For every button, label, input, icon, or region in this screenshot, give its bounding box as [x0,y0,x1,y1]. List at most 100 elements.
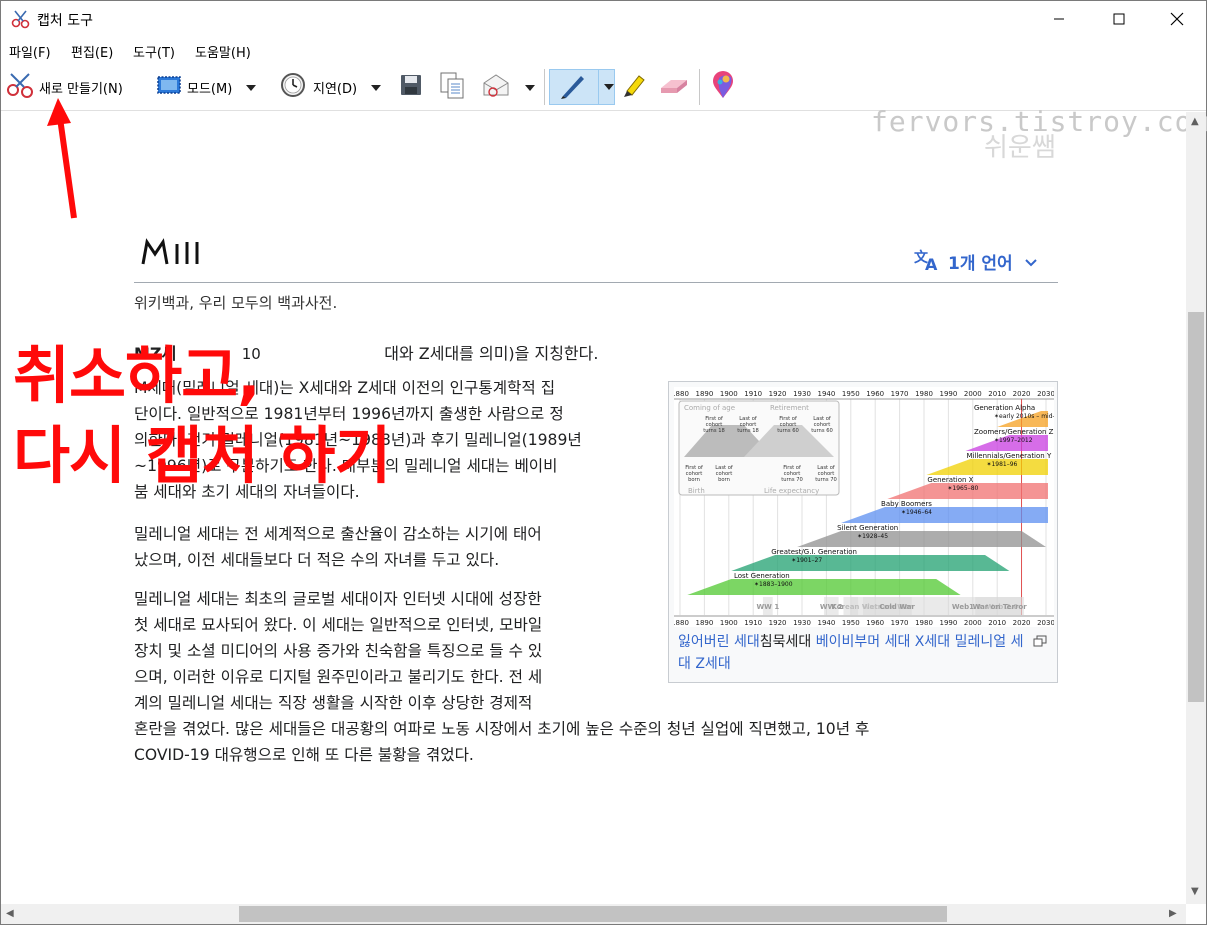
year-tick-bottom: 1940 [817,619,835,627]
generations-timeline-image[interactable]: 1880 1880 1890 1890 1900 1900 1910 1910 1920 1920… [671,387,1073,627]
delay-button[interactable]: 지연(D) [279,69,382,105]
delay-dropdown-icon[interactable] [371,80,382,95]
menu-edit[interactable]: 편집(E) [71,42,113,61]
vertical-scrollbar[interactable]: ▲ ▼ [1186,112,1206,904]
year-tick-top: 2000 [964,390,982,398]
delay-label: 지연(D) [313,81,358,97]
captured-image-area: 文A 1개 언어 위키백과, 우리 모두의 백과사전. MZ세 10 대와 Z세대를… [1,112,1186,904]
paragraph-line: 계의 밀레니얼 세대는 직장 생활을 시작한 이후 상당한 경제적 [134,694,533,712]
send-dropdown-icon[interactable] [525,80,535,95]
year-tick-top: 1890 [695,390,713,398]
year-tick-bottom: 2000 [964,619,982,627]
article-subtitle: 위키백과, 우리 모두의 백과사전. [134,294,338,312]
intro-tail: 대와 Z세대를 의미)을 지칭한다. [384,344,599,363]
generation-years: ✶1981–96 [986,461,1017,468]
event-label: War on Terror [973,603,1028,611]
timeline-svg: 1880 1880 1890 1890 1900 1900 1910 1910 1920 1920… [671,390,1073,627]
legend-label: turns 60 [811,428,833,434]
generation-name: Millennials/Generation Y [966,452,1052,460]
scissors-icon [5,71,37,103]
legend-birth: Birth [688,487,705,495]
legend-label: turns 60 [777,428,799,434]
svg-text:A: A [925,255,938,271]
year-tick-top: 1970 [891,390,909,398]
year-tick-bottom: 1900 [720,619,738,627]
mode-button[interactable]: 모드(M) [155,69,257,105]
minimize-button[interactable] [1036,1,1082,37]
language-selector[interactable]: 文A 1개 언어 [914,247,1037,276]
horizontal-scrollbar[interactable]: ◀ ▶ [1,904,1186,924]
generation-years: ✶early 2010s – mid-2020s [994,413,1054,420]
year-tick-top: 1990 [939,390,957,398]
close-button[interactable] [1154,1,1200,37]
generation-name: Silent Generation [837,524,898,532]
toolbar: 새로 만들기(N) 모드(M) 지연(D) 쉬운쌤 [1,63,1206,163]
mode-label: 모드(M) [187,81,233,97]
language-count: 1개 언어 [948,254,1013,274]
generation-band [797,531,1046,547]
new-snip-label: 새로 만들기(N) [39,81,123,97]
maximize-button[interactable] [1096,1,1142,37]
year-tick-bottom: 1950 [842,619,860,627]
toolbar-separator [544,69,545,105]
caption-link[interactable]: 잃어버린 세대 [678,634,760,650]
translate-icon: 文A [914,247,940,276]
scroll-up-icon[interactable]: ▲ [1191,116,1199,127]
send-button[interactable] [481,69,535,105]
year-tick-top: 1950 [842,390,860,398]
generation-years: ✶1901–27 [791,557,822,564]
caption-link[interactable]: Z세대 [695,656,730,672]
caption-link[interactable]: X세대 [915,634,950,650]
pen-icon [558,70,588,104]
event-label: Cold War [879,603,915,611]
annotation-text-line1: 취소하고, [13,339,261,412]
year-tick-top: 1920 [769,390,787,398]
menu-help[interactable]: 도움말(H) [195,42,251,61]
year-tick-top: 1930 [793,390,811,398]
title-bar: 캡처 도구 [1,1,1206,37]
caption-plain: 침묵세대 [759,634,812,650]
horizontal-scroll-thumb[interactable] [239,906,947,922]
year-tick-bottom: 1920 [769,619,787,627]
save-icon [399,73,423,101]
event-label: WW 1 [756,603,779,611]
copy-button[interactable] [439,69,465,105]
eraser-button[interactable] [659,69,689,105]
generation-years: ✶1965–80 [947,485,978,492]
year-tick-bottom: 1970 [891,619,909,627]
chevron-down-icon [1024,252,1037,272]
year-tick-bottom: 1910 [744,619,762,627]
paragraph-line: COVID-19 대유행으로 인해 또 다른 불황을 겪었다. [134,746,474,764]
save-button[interactable] [399,69,423,105]
generation-years: ✶1883–1900 [754,581,793,588]
year-tick-top: 2010 [988,390,1006,398]
scissors-icon [11,9,31,29]
year-tick-bottom: 2010 [988,619,1006,627]
caption-link[interactable]: 베이비부머 세대 [816,634,911,650]
highlighter-button[interactable] [621,69,649,105]
pen-dropdown-icon[interactable] [598,70,614,104]
generation-years: ✶1928–45 [857,533,888,540]
generations-figure: 1880 1880 1890 1890 1900 1900 1910 1910 1920 1920… [668,381,1073,683]
enlarge-icon[interactable] [1033,632,1047,651]
pen-button[interactable] [549,69,615,105]
menu-file[interactable]: 파일(F) [9,42,51,61]
scroll-left-icon[interactable]: ◀ [6,908,14,919]
legend-label: born [718,477,730,483]
vertical-scroll-thumb[interactable] [1188,312,1204,702]
generation-years: ✶1946–64 [901,509,932,516]
year-tick-top: 1980 [915,390,933,398]
year-tick-bottom: 1930 [793,619,811,627]
paint3d-button[interactable] [709,69,737,105]
year-tick-bottom: 1980 [915,619,933,627]
menu-tools[interactable]: 도구(T) [133,42,175,61]
year-tick-top: 1940 [817,390,835,398]
eraser-icon [659,72,689,102]
heading-divider [134,282,1058,283]
legend-label: turns 18 [737,428,759,434]
generation-name: Generation Alpha [974,404,1035,412]
mode-dropdown-icon[interactable] [246,80,257,95]
scroll-down-icon[interactable]: ▼ [1191,886,1199,897]
year-tick-top: 2030 [1037,390,1054,398]
scroll-right-icon[interactable]: ▶ [1169,908,1177,919]
